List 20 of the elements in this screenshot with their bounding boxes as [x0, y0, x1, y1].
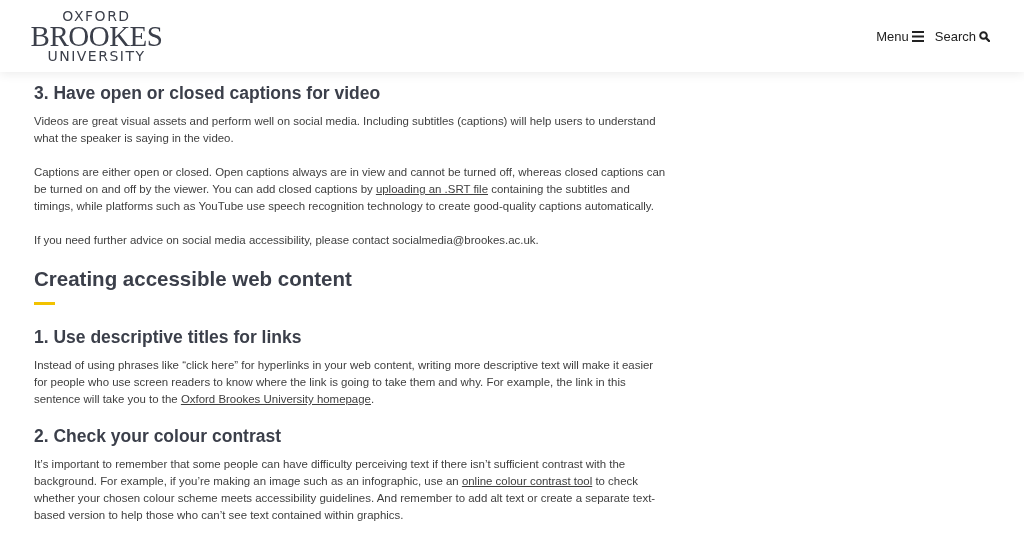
search-icon: [979, 30, 990, 42]
text-link[interactable]: online colour contrast tool: [461, 475, 593, 487]
section-heading: 3. Have open or closed captions for video: [34, 82, 382, 104]
text-link[interactable]: uploading an .SRT file: [375, 183, 488, 195]
paragraph: Captions are either open or closed. Open captions always are in view and cannot be turned off, whereas closed captions can be turned on and off by the viewer. You can add closed captions by uploading an .SRT file containing the subtitles and timings, while platforms such as YouTube use speech recognition technology to create good-quality captions automatically.: [34, 165, 666, 214]
paragraph: Videos are great visual assets and perform well on social media. Including subtitles (captions) will help users to understand what the speaker is saying in the video.: [34, 114, 657, 146]
paragraph: If you need further advice on social media accessibility, please contact socialmedia@brookes.ac.uk.: [34, 233, 540, 248]
search-button[interactable]: Search: [934, 28, 990, 44]
section-heading: 2. Check your colour contrast: [34, 425, 282, 447]
page-heading: Creating accessible web content: [34, 266, 353, 292]
menu-button[interactable]: Menu: [876, 28, 924, 44]
text-link[interactable]: Oxford Brookes University homepage: [180, 393, 371, 405]
logo-text[interactable]: OXFORD: [62, 8, 131, 24]
logo-text[interactable]: UNIVERSITY: [47, 48, 146, 64]
paragraph: Instead of using phrases like “click here” for hyperlinks in your web content, writing more descriptive text will make it easier for people who use screen readers to know where the link is going to take them and why. For example, the link in this sentence will take you to the Oxford Brookes University homepage.: [34, 358, 655, 407]
menu-icon: [911, 30, 924, 42]
section-heading: 1. Use descriptive titles for links: [34, 326, 303, 348]
accent-rule: [34, 302, 55, 305]
logo-text[interactable]: BROOKES: [30, 23, 163, 49]
paragraph: It’s important to remember that some people can have difficulty perceiving text if there isn’t sufficient contrast with the background. For example, if you’re making an image such as an infographic, use an online colour contrast tool to check whether your chosen colour scheme meets accessibility guidelines. And remember to add alt text or create a separate text-based version to help those who can’t see text contained within graphics.: [34, 457, 657, 523]
